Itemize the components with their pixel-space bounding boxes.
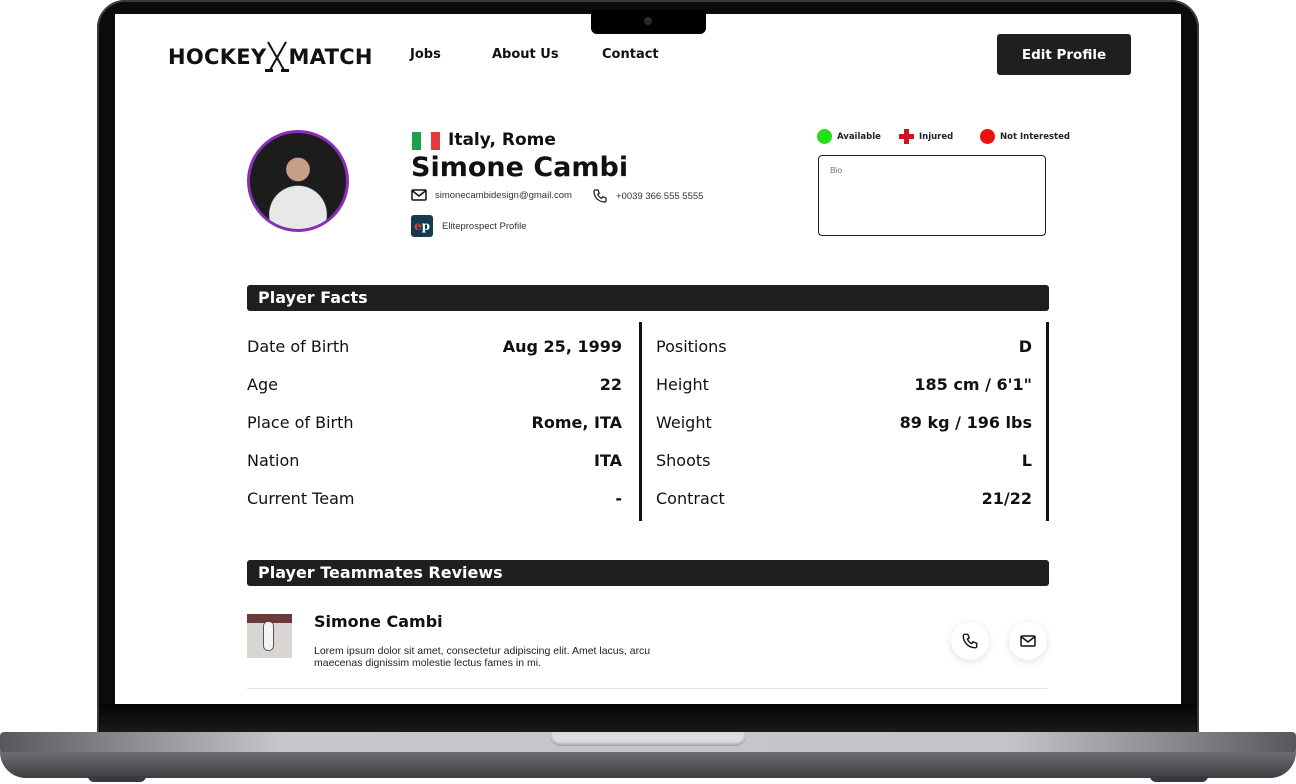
status-available[interactable]: Available [817, 129, 881, 144]
fact-row: Date of Birth Aug 25, 1999 [247, 327, 622, 365]
email-text: simonecambidesign@gmail.com [435, 189, 572, 201]
logo[interactable]: HOCKEY MATCH [168, 40, 373, 74]
eliteprospects-logo-icon: ep [411, 215, 433, 237]
fact-label: Date of Birth [247, 336, 350, 356]
green-circle-icon [817, 129, 832, 144]
eliteprospects-label: Eliteprospect Profile [442, 220, 527, 232]
phone-contact[interactable]: +0039 366 555 5555 [592, 188, 703, 204]
fact-value: D [1018, 336, 1032, 356]
fact-label: Current Team [247, 488, 355, 508]
fact-row: Height 185 cm / 6'1" [656, 365, 1032, 403]
fact-row: Current Team - [247, 479, 622, 517]
fact-row: Place of Birth Rome, ITA [247, 403, 622, 441]
profile-location: Italy, Rome [448, 130, 556, 150]
fact-label: Age [247, 374, 278, 394]
edit-profile-button[interactable]: Edit Profile [997, 34, 1131, 75]
fact-label: Place of Birth [247, 412, 354, 432]
camera-icon [644, 17, 652, 25]
email-contact[interactable]: simonecambidesign@gmail.com [411, 189, 572, 201]
logo-text-left: HOCKEY [168, 45, 267, 69]
status-label: Not Interested [1000, 131, 1070, 142]
status-not-interested[interactable]: Not Interested [980, 129, 1070, 144]
fact-value: 21/22 [981, 488, 1032, 508]
fact-row: Positions D [656, 327, 1032, 365]
fact-label: Height [656, 374, 709, 394]
phone-icon [593, 189, 607, 203]
fact-value: - [615, 488, 622, 508]
fact-label: Nation [247, 450, 300, 470]
fact-row: Shoots L [656, 441, 1032, 479]
eliteprospects-link[interactable]: ep Eliteprospect Profile [411, 215, 526, 237]
app-screen: HOCKEY MATCH Jobs About Us Contact Edit … [115, 14, 1181, 704]
red-cross-icon [899, 129, 914, 144]
fact-value: 22 [599, 374, 622, 394]
phone-text: +0039 366 555 5555 [616, 190, 704, 202]
red-circle-icon [980, 129, 995, 144]
camera-notch [591, 10, 706, 34]
fact-value: L [1021, 450, 1032, 470]
fact-label: Weight [656, 412, 712, 432]
laptop-opening-notch [550, 732, 746, 746]
italy-flag-icon [412, 132, 440, 150]
status-label: Injured [919, 131, 954, 142]
column-divider [639, 322, 642, 521]
hockey-sticks-icon [265, 41, 290, 72]
nav-contact[interactable]: Contact [602, 47, 659, 62]
profile-avatar [247, 130, 349, 232]
logo-text-right: MATCH [288, 45, 373, 69]
call-reviewer-button[interactable] [951, 622, 989, 660]
nav-about-us[interactable]: About Us [492, 47, 559, 62]
laptop-foot [88, 776, 146, 782]
fact-label: Positions [656, 336, 727, 356]
review-divider [247, 688, 1047, 689]
fact-value: 185 cm / 6'1" [914, 374, 1032, 394]
reviewer-photo [247, 614, 292, 658]
mail-icon [411, 189, 427, 201]
fact-row: Contract 21/22 [656, 479, 1032, 517]
fact-value: Rome, ITA [531, 412, 623, 432]
bio-textarea[interactable] [818, 155, 1046, 236]
reviewer-name: Simone Cambi [314, 612, 443, 631]
player-facts-header: Player Facts [247, 285, 1049, 311]
fact-value: 89 kg / 196 lbs [899, 412, 1032, 432]
reviews-header: Player Teammates Reviews [247, 560, 1049, 586]
profile-name: Simone Cambi [411, 152, 629, 183]
fact-value: ITA [593, 450, 622, 470]
fact-row: Weight 89 kg / 196 lbs [656, 403, 1032, 441]
fact-value: Aug 25, 1999 [502, 336, 622, 356]
review-item: Simone Cambi Lorem ipsum dolor sit amet,… [247, 612, 1047, 690]
status-injured[interactable]: Injured [899, 129, 953, 144]
nav-jobs[interactable]: Jobs [410, 47, 441, 62]
fact-label: Shoots [656, 450, 711, 470]
email-reviewer-button[interactable] [1009, 622, 1047, 660]
fact-label: Contract [656, 488, 725, 508]
laptop-foot [1150, 776, 1208, 782]
fact-row: Nation ITA [247, 441, 622, 479]
phone-icon [962, 633, 978, 649]
mail-icon [1020, 635, 1036, 647]
status-label: Available [837, 131, 881, 142]
review-text: Lorem ipsum dolor sit amet, consectetur … [314, 645, 651, 669]
column-divider [1046, 322, 1049, 521]
fact-row: Age 22 [247, 365, 622, 403]
